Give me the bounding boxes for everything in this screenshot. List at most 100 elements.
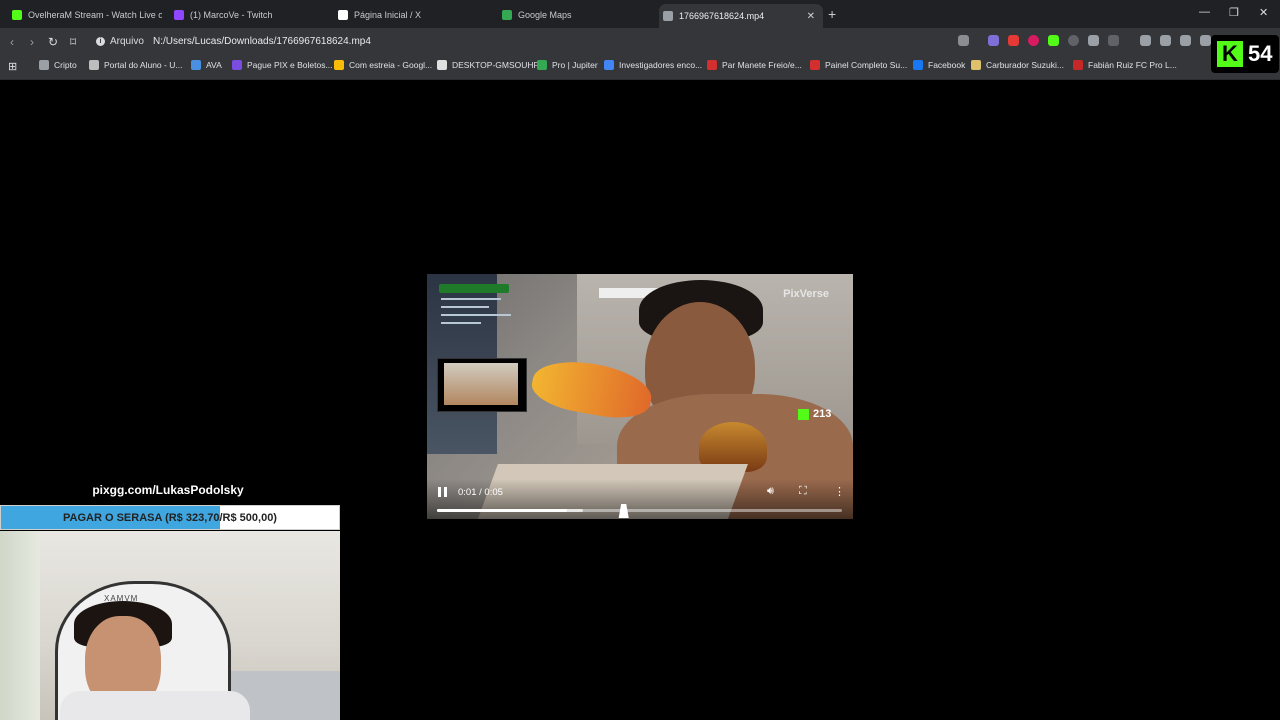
menu-icon[interactable]	[1200, 35, 1211, 46]
progress-bar[interactable]	[437, 509, 842, 512]
bookmark-label: Pague PIX e Boletos...	[247, 60, 333, 70]
video-chat-line	[441, 298, 501, 300]
kick-extension-icon[interactable]	[1048, 35, 1059, 46]
back-icon[interactable]: ‹	[10, 35, 14, 49]
bookmark-label: AVA	[206, 60, 222, 70]
extension-icon[interactable]	[1028, 35, 1039, 46]
more-options-icon[interactable]: ⋮	[834, 485, 845, 498]
bookmark-item[interactable]: Pro | Jupiter	[537, 60, 598, 70]
puzzle-icon[interactable]	[1088, 35, 1099, 46]
bookmark-item[interactable]: Investigadores enco...	[604, 60, 702, 70]
video-chat-line	[441, 322, 481, 324]
bookmark-favicon-icon	[232, 60, 242, 70]
bookmark-label: Com estreia - Googl...	[349, 60, 433, 70]
bookmark-label: Carburador Suzuki...	[986, 60, 1064, 70]
bookmark-item[interactable]: AVA	[191, 60, 222, 70]
bookmark-item[interactable]: Fabián Ruiz FC Pro L...	[1073, 60, 1177, 70]
bookmark-label: Facebook	[928, 60, 966, 70]
time-display: 0:01 / 0:05	[458, 487, 503, 498]
video-player[interactable]: PixVerse 213 0:01 / 0:05 🔊︎ ⛶ ⋮	[427, 274, 853, 519]
extension-icon[interactable]	[988, 35, 999, 46]
bookmark-label: Fabián Ruiz FC Pro L...	[1088, 60, 1177, 70]
bookmark-item[interactable]: Cripto	[39, 60, 77, 70]
bookmark-favicon-icon	[971, 60, 981, 70]
forward-icon[interactable]: ›	[30, 35, 34, 49]
tab-label: Página Inicial / X	[354, 10, 422, 20]
bookmark-favicon-icon	[437, 60, 447, 70]
video-inset-camera	[437, 358, 527, 412]
tab-label: Google Maps	[518, 10, 572, 20]
side-panel-icon[interactable]	[1180, 35, 1191, 46]
bookmark-icon[interactable]: ⌑	[70, 35, 76, 49]
bookmark-favicon-icon	[810, 60, 820, 70]
address-input[interactable]: N:/Users/Lucas/Downloads/1766967618624.m…	[153, 36, 371, 47]
browser-tab[interactable]: (1) MarcoVe - Twitch	[170, 4, 324, 26]
goal-progress-bar: PAGAR O SERASA (R$ 323,70/R$ 500,00)	[0, 505, 340, 530]
progress-fill	[437, 509, 567, 512]
bookmark-favicon-icon	[39, 60, 49, 70]
new-tab-button[interactable]: +	[828, 6, 836, 22]
bookmark-label: Painel Completo Su...	[825, 60, 908, 70]
streamer-webcam: XAMVM	[0, 531, 340, 720]
extension-icon[interactable]	[1008, 35, 1019, 46]
video-kick-badge: 213	[798, 408, 831, 420]
bookmark-favicon-icon	[1073, 60, 1083, 70]
bookmark-item[interactable]: Pague PIX e Boletos...	[232, 60, 333, 70]
tab-strip: OvelheraM Stream - Watch Live o (1) Marco…	[0, 0, 1280, 28]
apps-grid-icon[interactable]: ⊞	[8, 60, 17, 73]
kick-viewer-badge: K 54	[1211, 35, 1279, 73]
kick-icon	[12, 10, 22, 20]
video-kick-count: 213	[813, 408, 832, 420]
close-window-icon[interactable]: ✕	[1259, 6, 1268, 19]
media-icon[interactable]	[1160, 35, 1171, 46]
webcam-person-shirt	[60, 691, 250, 720]
fullscreen-icon[interactable]: ⛶	[799, 485, 807, 498]
bookmark-favicon-icon	[191, 60, 201, 70]
tab-label: OvelheraM Stream - Watch Live o	[28, 10, 162, 20]
bookmark-item[interactable]: Facebook	[913, 60, 965, 70]
bookmarks-bar: ⊞ Cripto Portal do Aluno - U... AVA Pague P…	[0, 55, 1280, 80]
cast-icon[interactable]	[1108, 35, 1119, 46]
bookmark-label: Investigadores enco...	[619, 60, 703, 70]
kick-logo-icon	[798, 408, 809, 420]
video-watermark: PixVerse	[783, 288, 829, 300]
minimize-icon[interactable]: —	[1199, 6, 1210, 18]
browser-tab[interactable]: Página Inicial / X	[334, 4, 488, 26]
x-icon	[338, 10, 348, 20]
controls-shade	[427, 479, 853, 519]
browser-tab[interactable]: 1766967618624.mp4 ✕	[659, 4, 823, 28]
donation-url: pixgg.com/LukasPodolsky	[92, 483, 244, 497]
webcam-curtain	[0, 531, 40, 720]
audio-playing-icon	[663, 11, 673, 21]
bookmark-item[interactable]: Par Manete Freio/e...	[707, 60, 802, 70]
bookmark-favicon-icon	[604, 60, 614, 70]
video-chat-line	[441, 314, 511, 316]
close-tab-icon[interactable]: ✕	[807, 11, 815, 22]
shield-icon[interactable]	[958, 35, 969, 46]
restore-icon[interactable]: ❐	[1229, 6, 1239, 19]
bookmark-item[interactable]: DESKTOP-GMSOUHF	[437, 60, 539, 70]
twitch-icon	[174, 10, 184, 20]
site-info-chip[interactable]: i Arquivo	[96, 36, 144, 47]
maps-icon	[502, 10, 512, 20]
video-chat-badge	[439, 284, 509, 293]
bookmark-favicon-icon	[334, 60, 344, 70]
bookmark-item[interactable]: Painel Completo Su...	[810, 60, 907, 70]
extension-icon[interactable]	[1068, 35, 1079, 46]
bookmark-item[interactable]: Carburador Suzuki...	[971, 60, 1064, 70]
viewer-count: 54	[1248, 41, 1273, 66]
bookmark-label: Par Manete Freio/e...	[722, 60, 802, 70]
tab-label: (1) MarcoVe - Twitch	[190, 10, 273, 20]
bookmark-item[interactable]: Com estreia - Googl...	[334, 60, 432, 70]
site-info-label: Arquivo	[110, 36, 144, 47]
download-icon[interactable]	[1140, 35, 1151, 46]
video-chat-line	[441, 306, 489, 308]
bookmark-item[interactable]: Portal do Aluno - U...	[89, 60, 182, 70]
volume-icon[interactable]: 🔊︎	[767, 485, 774, 498]
bookmark-label: Pro | Jupiter	[552, 60, 598, 70]
pause-icon[interactable]	[438, 487, 448, 497]
browser-tab[interactable]: OvelheraM Stream - Watch Live o	[8, 4, 162, 26]
browser-tab[interactable]: Google Maps	[498, 4, 652, 26]
bookmark-label: Portal do Aluno - U...	[104, 60, 183, 70]
reload-icon[interactable]: ↻	[48, 35, 58, 49]
